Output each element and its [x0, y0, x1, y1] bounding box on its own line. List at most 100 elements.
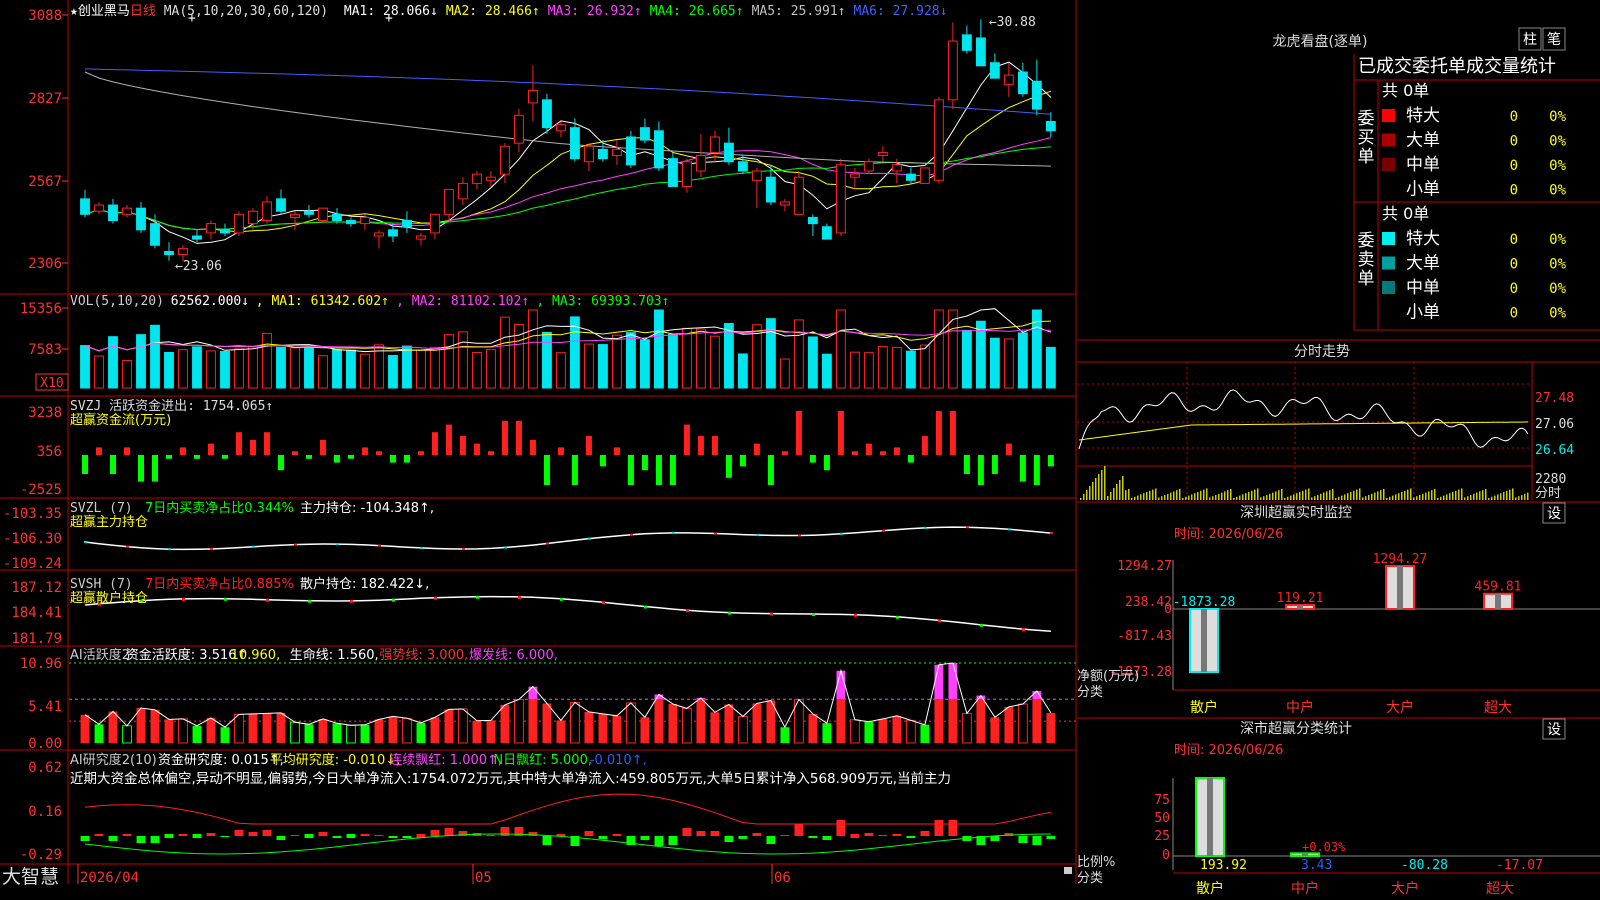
intraday-vol-bar	[1329, 490, 1331, 500]
intraday-vol-bar	[1203, 489, 1205, 500]
buy-total: 共 0单	[1382, 81, 1429, 100]
activity-bar	[220, 727, 230, 743]
volume-bar	[80, 345, 90, 389]
svzl-dot	[923, 526, 927, 529]
candle	[486, 176, 496, 181]
buy-swatch-2	[1382, 158, 1395, 171]
volume-bar	[444, 334, 454, 389]
sell-pct-0: 0%	[1549, 232, 1566, 248]
intraday-vol-bar	[1107, 496, 1109, 500]
svzl-dot	[335, 543, 339, 546]
svsh-dot	[601, 601, 605, 605]
intraday-vol-bar	[1227, 490, 1229, 500]
research-bar	[640, 836, 650, 840]
activity-bar-hollow	[346, 724, 356, 744]
candle	[905, 173, 916, 181]
intraday-vol-bar	[1206, 488, 1208, 500]
intraday-unit: 分时	[1535, 486, 1561, 501]
classify-ylabel-1: 比例%	[1077, 855, 1115, 870]
research-bar	[836, 820, 846, 836]
intraday-vol-bar	[1515, 497, 1517, 500]
ma-value-2: MA2: 28.466↑	[445, 4, 540, 19]
monitor-bar-core-0	[1201, 609, 1207, 672]
monitor-value-0: -1873.28	[1173, 595, 1236, 610]
svzl-dot	[1049, 532, 1053, 535]
candle	[556, 124, 566, 132]
intraday-vol-bar	[1260, 497, 1262, 500]
intraday-vol-bar	[1113, 488, 1115, 500]
intraday-vol-bar	[1317, 495, 1319, 500]
volume-bar	[192, 346, 202, 389]
candle	[178, 247, 188, 256]
intraday-vol-bar	[1149, 490, 1151, 500]
activity-bar	[192, 725, 202, 743]
svzj-tick-1: 356	[37, 444, 62, 460]
flow-bar	[109, 455, 116, 474]
stock-chart[interactable]: 3088282725672306←30.88←23.06+ +153567583X…	[0, 0, 1600, 900]
intraday-vol-bar	[1185, 496, 1187, 500]
activity-bar-hollow	[290, 721, 300, 744]
research-bar	[444, 828, 454, 836]
intraday-vol-bar	[1146, 492, 1148, 500]
flow-bar	[431, 432, 438, 455]
intraday-vol-bar	[1410, 488, 1412, 500]
volume-bar	[262, 332, 272, 389]
svsh-tick-2: 181.79	[11, 631, 62, 647]
research-bar	[920, 831, 930, 836]
volume-bar	[793, 319, 804, 389]
candle	[248, 210, 258, 225]
activity-bar	[150, 709, 160, 743]
vol-ma-line-3	[84, 328, 1051, 352]
candle	[807, 216, 818, 225]
flow-bar	[515, 420, 522, 455]
intraday-vol-bar	[1158, 497, 1160, 500]
ai2-header-2: 平均研究度: -0.010↓,	[270, 752, 400, 768]
intraday-vol-bar	[1299, 492, 1301, 500]
candle	[304, 210, 314, 215]
activity-bar	[444, 709, 454, 743]
classify-value-2: -80.28	[1401, 858, 1448, 873]
intraday-vol-bar	[1467, 496, 1469, 500]
sell-pct-1: 0%	[1549, 257, 1566, 273]
research-bar	[808, 836, 818, 838]
classify-tick-1: 50	[1154, 811, 1170, 826]
buy-value-3: 0	[1510, 183, 1518, 199]
volume-bar	[136, 334, 146, 389]
activity-burst-bar	[934, 664, 944, 700]
candle	[821, 226, 832, 240]
vol-header-2: , MA1: 61342.602↑	[256, 294, 389, 309]
flow-bar	[179, 447, 186, 455]
flow-bar	[263, 432, 270, 455]
candle	[835, 164, 846, 234]
svzl-dot	[125, 545, 129, 548]
monitor-ylabel-2: 分类	[1077, 685, 1103, 700]
intraday-vol-bar	[1362, 497, 1364, 500]
activity-bar	[724, 704, 734, 743]
svzl-dot	[797, 534, 801, 537]
volume-bar	[402, 345, 412, 389]
period-label[interactable]: 日线	[130, 4, 156, 19]
intraday-vol-bar	[1278, 490, 1280, 500]
candle	[80, 198, 90, 215]
sell-value-3: 0	[1510, 306, 1518, 322]
research-bar	[234, 830, 244, 836]
volume-bar	[360, 353, 370, 389]
research-bar	[780, 835, 790, 836]
intraday-vol-bar	[1200, 490, 1202, 500]
sell-name-0: 特大	[1406, 229, 1440, 249]
sell-label-0: 委	[1358, 231, 1375, 251]
candle	[542, 99, 552, 129]
classify-value-1: 3.43	[1301, 858, 1332, 873]
intraday-vol-label: 2280	[1535, 472, 1566, 487]
intraday-vol-bar	[1257, 488, 1259, 500]
candle	[639, 127, 650, 141]
monitor-category-2: 大户	[1386, 699, 1414, 716]
flow-bar	[571, 455, 578, 485]
star-icon[interactable]: ★	[70, 4, 78, 19]
research-bar	[738, 836, 748, 839]
vol-unit: X10	[40, 376, 63, 391]
buy-name-0: 特大	[1406, 106, 1440, 126]
intraday-vol-bar	[1176, 490, 1178, 500]
candle	[234, 213, 244, 234]
flow-bar	[739, 455, 746, 467]
